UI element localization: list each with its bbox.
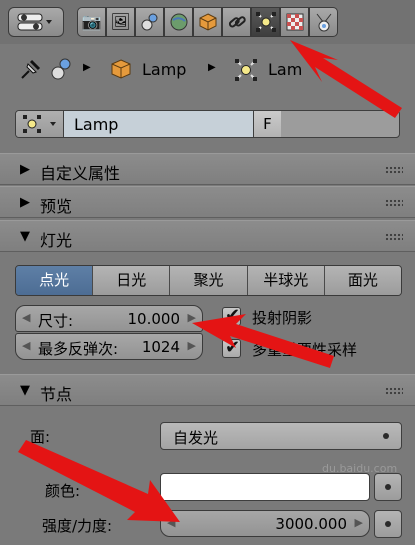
drag-handle-icon[interactable] bbox=[385, 233, 403, 241]
expand-arrow-icon: ▼ bbox=[20, 229, 30, 244]
datablock-browse-button[interactable] bbox=[16, 111, 64, 137]
color-label: 颜色: bbox=[45, 482, 81, 500]
surface-label: 面: bbox=[30, 428, 51, 446]
cast-shadow-checkbox[interactable]: ✔ bbox=[222, 305, 241, 326]
scene-icon bbox=[141, 13, 157, 31]
mis-label: 多重重要性采样 bbox=[252, 341, 358, 359]
tab-particles[interactable] bbox=[309, 7, 338, 37]
tab-render-layers[interactable]: 🖼 bbox=[106, 7, 135, 37]
red-arrow-3 bbox=[18, 440, 180, 522]
panel-title: 自定义属性 bbox=[40, 164, 121, 183]
fake-user-button[interactable]: F bbox=[253, 111, 281, 137]
increment-arrow-icon[interactable]: ▶ bbox=[188, 311, 196, 324]
panel-preview-header[interactable]: ▶ 预览 bbox=[0, 186, 415, 218]
collapse-arrow-icon: ▶ bbox=[20, 195, 30, 210]
cast-shadow-label: 投射阴影 bbox=[252, 309, 313, 327]
datablock-name-field[interactable]: Lamp bbox=[64, 111, 253, 137]
increment-arrow-icon[interactable]: ▶ bbox=[355, 516, 363, 529]
decrement-arrow-icon[interactable]: ◀ bbox=[22, 311, 30, 324]
size-label: 尺寸: bbox=[38, 312, 74, 330]
size-value: 10.000 bbox=[127, 310, 181, 328]
lamp-type-spot[interactable]: 聚光 bbox=[169, 266, 247, 295]
panel-lamp-header[interactable]: ▼ 灯光 bbox=[0, 220, 415, 252]
particles-icon bbox=[316, 13, 331, 32]
lamp-datablock-selector[interactable]: Lamp F bbox=[15, 110, 400, 138]
decrement-arrow-icon[interactable]: ◀ bbox=[167, 516, 175, 529]
tab-object[interactable] bbox=[193, 7, 222, 37]
mis-checkbox[interactable]: ✔ bbox=[222, 337, 241, 358]
collapse-arrow-icon: ▶ bbox=[20, 162, 30, 177]
decrement-arrow-icon[interactable]: ◀ bbox=[22, 339, 30, 352]
scene-icon bbox=[50, 56, 74, 86]
drag-handle-icon[interactable] bbox=[385, 199, 403, 207]
tab-lamp-data[interactable] bbox=[251, 7, 280, 37]
panel-nodes-header[interactable]: ▼ 节点 bbox=[0, 374, 415, 406]
tab-scene[interactable] bbox=[135, 7, 164, 37]
strength-label: 强度/力度: bbox=[42, 517, 113, 535]
strength-value: 3000.000 bbox=[275, 515, 347, 533]
lamp-type-sun[interactable]: 日光 bbox=[92, 266, 170, 295]
size-field[interactable]: ◀ 尺寸: 10.000 ▶ bbox=[15, 305, 203, 332]
breadcrumb-separator-icon: ▶ bbox=[208, 62, 216, 73]
strength-field[interactable]: ◀ 3000.000 ▶ bbox=[160, 510, 370, 537]
drag-handle-icon[interactable] bbox=[385, 387, 403, 395]
increment-arrow-icon[interactable]: ▶ bbox=[188, 339, 196, 352]
render-layers-icon: 🖼 bbox=[110, 12, 131, 31]
socket-dot-icon bbox=[385, 484, 391, 490]
panel-title: 节点 bbox=[40, 385, 73, 404]
panel-title: 预览 bbox=[40, 197, 73, 216]
lamp-data-icon bbox=[255, 12, 276, 32]
max-bounces-label: 最多反弹次: bbox=[38, 340, 119, 358]
editor-type-button[interactable] bbox=[8, 7, 64, 37]
lamp-type-point[interactable]: 点光 bbox=[16, 266, 93, 295]
color-socket-button[interactable] bbox=[374, 473, 402, 501]
breadcrumb-data-name: Lam bbox=[268, 60, 303, 79]
strength-socket-button[interactable] bbox=[374, 510, 402, 538]
pin-icon[interactable] bbox=[18, 58, 42, 86]
lamp-type-area[interactable]: 面光 bbox=[323, 266, 401, 295]
surface-shader-selector[interactable]: 自发光 bbox=[160, 422, 402, 450]
checkmark-icon: ✔ bbox=[225, 305, 241, 326]
object-icon bbox=[110, 58, 132, 84]
world-icon bbox=[170, 13, 187, 31]
tab-render[interactable]: 📷 bbox=[77, 7, 106, 37]
tab-texture[interactable] bbox=[280, 7, 309, 37]
expand-arrow-icon: ▼ bbox=[20, 383, 30, 398]
object-icon bbox=[199, 13, 216, 31]
render-icon: 📷 bbox=[81, 12, 102, 31]
lamp-type-selector: 点光 日光 聚光 半球光 面光 bbox=[15, 265, 402, 296]
breadcrumb: ▶ Lamp ▶ Lam bbox=[0, 48, 415, 94]
color-swatch[interactable] bbox=[160, 473, 370, 501]
tab-constraints[interactable] bbox=[222, 7, 251, 37]
panel-custom-properties-header[interactable]: ▶ 自定义属性 bbox=[0, 153, 415, 185]
view-toggle-icon bbox=[17, 13, 52, 31]
drag-handle-icon[interactable] bbox=[385, 166, 403, 174]
checkmark-icon: ✔ bbox=[225, 337, 241, 358]
watermark: du.baidu.com bbox=[322, 462, 398, 475]
datablock-name: Lamp bbox=[74, 115, 119, 134]
tab-world[interactable] bbox=[164, 7, 193, 37]
lamp-type-hemi[interactable]: 半球光 bbox=[246, 266, 324, 295]
lamp-data-icon bbox=[23, 115, 56, 133]
panel-title: 灯光 bbox=[40, 231, 73, 250]
constraints-icon bbox=[228, 16, 246, 28]
socket-dot-icon bbox=[385, 521, 391, 527]
socket-dot-icon bbox=[383, 433, 389, 439]
max-bounces-field[interactable]: ◀ 最多反弹次: 1024 ▶ bbox=[15, 333, 203, 360]
texture-icon bbox=[286, 13, 303, 31]
breadcrumb-object-name: Lamp bbox=[142, 60, 187, 79]
surface-value: 自发光 bbox=[173, 429, 219, 447]
max-bounces-value: 1024 bbox=[141, 338, 180, 356]
breadcrumb-separator-icon: ▶ bbox=[83, 62, 91, 73]
lamp-data-icon bbox=[234, 58, 258, 86]
properties-toolbar: 📷 🖼 bbox=[0, 0, 415, 44]
